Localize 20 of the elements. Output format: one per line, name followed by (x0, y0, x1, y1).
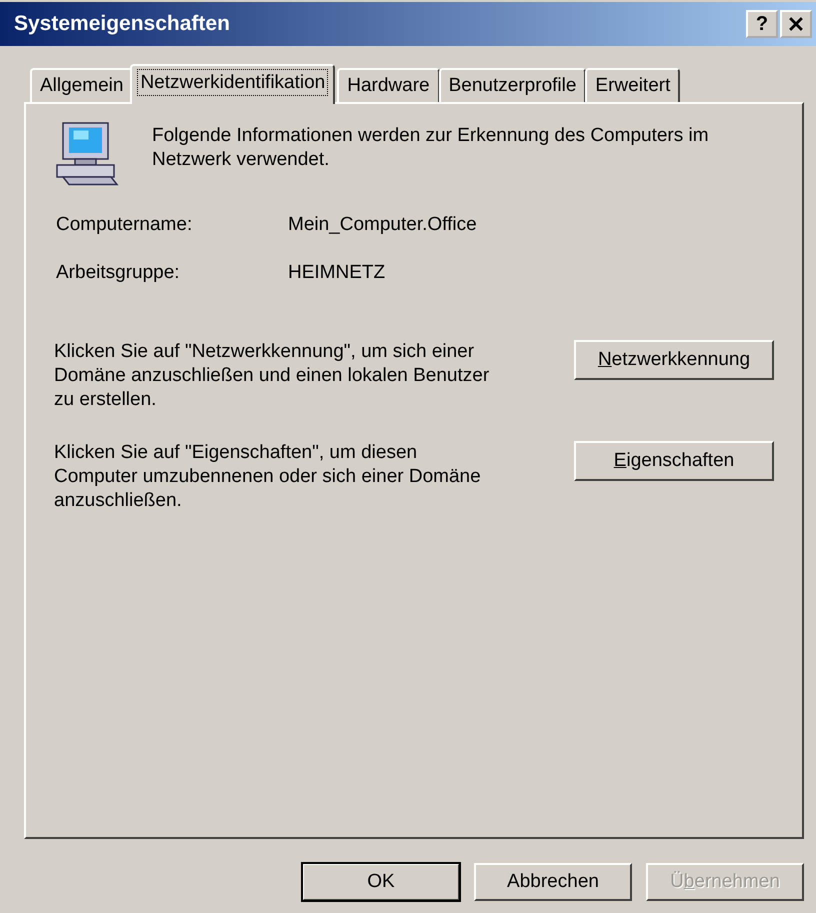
window-title: Systemeigenschaften (14, 12, 230, 36)
tab[interactable]: Benutzerprofile (438, 68, 586, 102)
instruction-text: Klicken Sie auf "Eigenschaften", um diesen Computer umzubennenen oder sich einer Domäne anzuschließen. (54, 441, 482, 512)
help-button[interactable]: ? (746, 10, 778, 38)
field-value: HEIMNETZ (288, 262, 386, 284)
tab[interactable]: Netzwerkidentifikation (130, 64, 336, 104)
instruction-text: Klicken Sie auf "Netzwerkkennung", um sich einer Domäne anzuschließen und einen lokalen Benutzer zu erstellen. (54, 340, 490, 412)
tab[interactable]: Hardware (337, 68, 440, 102)
action-button[interactable]: Eigenschaften (574, 441, 774, 482)
field-label: Computername: (56, 214, 194, 236)
dialog-button[interactable]: OK (302, 863, 460, 901)
action-button[interactable]: Netzwerkkennung (574, 340, 774, 380)
close-icon (789, 17, 803, 31)
description-text: Folgende Informationen werden zur Erkennung des Computers im Netzwerk verwendet. (152, 124, 710, 172)
field-value: Mein_Computer.Office (288, 214, 477, 236)
field-label: Arbeitsgruppe: (56, 262, 181, 284)
dialog-button[interactable]: Abbrechen (474, 863, 632, 901)
tab[interactable]: Erweitert (585, 68, 680, 102)
computer-icon (54, 120, 120, 186)
close-button[interactable] (780, 10, 812, 38)
